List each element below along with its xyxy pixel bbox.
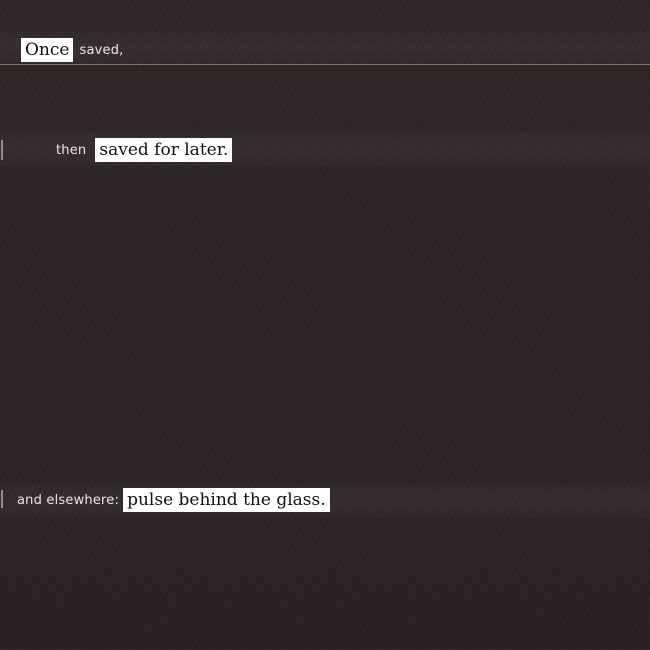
clipping-saved-for-later: saved for later.: [95, 138, 233, 162]
note-and-elsewhere: and elsewhere:: [17, 492, 120, 508]
margin-mark: [1, 140, 3, 160]
collage-line-3: and elsewhere: pulse behind the glass.: [17, 488, 330, 512]
note-then: then: [56, 142, 87, 158]
note-saved: saved,: [79, 42, 124, 58]
collage-line-1: Once saved,: [21, 38, 123, 62]
clipping-pulse-behind-the-glass: pulse behind the glass.: [123, 488, 330, 512]
divider-rule: [0, 64, 650, 65]
clipping-once: Once: [21, 38, 74, 62]
margin-mark: [1, 490, 3, 508]
collage-line-2: then saved for later.: [56, 138, 233, 162]
